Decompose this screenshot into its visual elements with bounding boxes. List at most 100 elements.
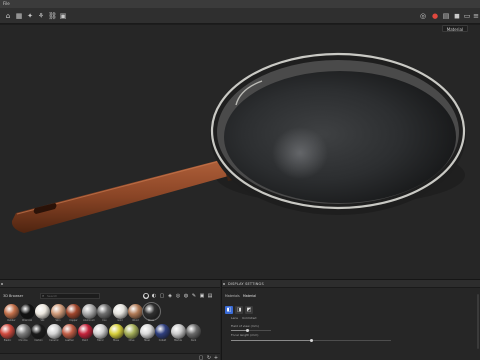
- sphere-filter-icon[interactable]: ●: [143, 293, 149, 299]
- panel-grip-icon[interactable]: [1, 283, 3, 285]
- library-panel: 3D Browser ⌕ Search ● ◐ ▢ ◈ ◎ ◍ ✎ ▣ ▤ Ru…: [0, 280, 220, 360]
- material-swatch[interactable]: [112, 304, 128, 319]
- material-label: Plastic: [3, 339, 12, 342]
- material-swatch[interactable]: [62, 324, 77, 339]
- display-settings-panel: DISPLAY SETTINGS Materials Material ◧ ◨ …: [221, 280, 480, 360]
- layers-icon[interactable]: ≡: [472, 12, 480, 20]
- library-panel-header: [0, 280, 220, 288]
- tab-materials[interactable]: Materials: [225, 293, 240, 299]
- material-swatch[interactable]: [15, 324, 31, 339]
- material-label: Silk: [40, 319, 45, 322]
- material-label: Cobalt: [158, 339, 167, 342]
- material-label: Leather: [65, 339, 74, 342]
- material-swatch[interactable]: [170, 324, 186, 339]
- bottom-dock: 3D Browser ⌕ Search ● ◐ ▢ ◈ ◎ ◍ ✎ ▣ ▤ Ru…: [0, 279, 480, 360]
- render-icon[interactable]: ◼: [453, 12, 461, 20]
- material-swatch[interactable]: [108, 324, 124, 339]
- material-swatch[interactable]: [4, 304, 19, 319]
- material-label: Moss: [113, 339, 119, 342]
- material-label: Iron: [102, 319, 107, 322]
- material-label: Gold: [117, 319, 123, 322]
- env-mode-icon[interactable]: ◩: [245, 306, 253, 314]
- more-filter-icon[interactable]: ▤: [207, 293, 213, 299]
- display-panel-header: DISPLAY SETTINGS: [222, 280, 480, 288]
- menu-file[interactable]: File: [3, 0, 10, 8]
- material-label: Fabric: [97, 339, 104, 342]
- library-search-input[interactable]: ⌕ Search: [40, 293, 100, 299]
- image-filter-icon[interactable]: ▣: [199, 293, 205, 299]
- fov-slider-fill: [231, 330, 247, 331]
- cube-filter-icon[interactable]: ◈: [167, 293, 173, 299]
- material-swatch[interactable]: [77, 324, 93, 339]
- mode-value[interactable]: Unlimited: [242, 316, 256, 320]
- tree-icon[interactable]: ⚘: [37, 12, 45, 20]
- monitor-icon[interactable]: ▭: [463, 12, 471, 20]
- display-scrollbar[interactable]: [477, 294, 479, 349]
- main-toolbar: ⌂ ▦ ✦ ⚘ ⛓ ▣ ◎ ● ▤ ◼ ▭ ≡: [0, 8, 480, 24]
- material-swatch[interactable]: [81, 304, 97, 319]
- material-swatch[interactable]: [50, 304, 66, 319]
- image-icon[interactable]: ▣: [59, 12, 67, 20]
- 3d-viewport[interactable]: Material: [0, 25, 480, 279]
- record-icon[interactable]: ●: [431, 12, 439, 20]
- material-label: Rubber: [7, 319, 16, 322]
- material-label: Wood: [132, 319, 139, 322]
- folder-icon[interactable]: ▢: [198, 355, 204, 360]
- material-swatch[interactable]: [19, 304, 35, 319]
- material-swatch[interactable]: [186, 324, 201, 339]
- display-settings-title: DISPLAY SETTINGS: [228, 282, 264, 286]
- material-swatch[interactable]: [46, 324, 62, 339]
- pen-filter-icon[interactable]: ✎: [191, 293, 197, 299]
- half-sphere-filter-icon[interactable]: ◐: [151, 293, 157, 299]
- material-label: Skin: [55, 319, 61, 322]
- ring-filter-icon[interactable]: ◎: [175, 293, 181, 299]
- material-swatch[interactable]: [0, 324, 15, 339]
- material-label: Chrome: [18, 339, 28, 342]
- panel-grip-icon[interactable]: [223, 283, 225, 285]
- material-label: Glass: [147, 319, 155, 322]
- material-swatch[interactable]: [128, 304, 143, 319]
- material-label: Aluminum: [83, 319, 95, 322]
- material-label: Dark: [190, 339, 197, 342]
- wand-icon[interactable]: ✦: [26, 12, 34, 20]
- link-icon[interactable]: ⛓: [48, 12, 57, 20]
- view-mode-icon[interactable]: ◧: [225, 306, 233, 314]
- home-icon[interactable]: ⌂: [4, 12, 12, 20]
- focal-slider-knob[interactable]: [310, 339, 313, 342]
- library-footer: ▢ ↻ +: [0, 353, 220, 360]
- film-icon[interactable]: ▤: [442, 12, 450, 20]
- camera-icon[interactable]: ◎: [419, 12, 427, 20]
- material-label: Copper: [69, 319, 78, 322]
- material-label: Olive: [128, 339, 135, 342]
- title-bar: File: [0, 0, 480, 8]
- material-label: Ceramic: [49, 339, 59, 342]
- add-material-icon[interactable]: +: [213, 355, 219, 360]
- frying-pan-model[interactable]: [0, 25, 480, 279]
- drop-filter-icon[interactable]: ◍: [183, 293, 189, 299]
- square-filter-icon[interactable]: ▢: [159, 293, 165, 299]
- fov-slider-knob[interactable]: [246, 329, 249, 332]
- search-placeholder: Search: [47, 294, 58, 298]
- material-label: Marble: [174, 339, 182, 342]
- material-swatch[interactable]: [31, 324, 46, 339]
- material-label: Paint: [82, 339, 88, 342]
- material-label: Carbon: [34, 339, 43, 342]
- material-swatch[interactable]: [139, 324, 155, 339]
- grid-icon[interactable]: ▦: [15, 12, 23, 20]
- material-swatch[interactable]: [66, 304, 81, 319]
- material-swatch[interactable]: [124, 324, 139, 339]
- material-swatch[interactable]: [141, 302, 161, 321]
- material-swatch[interactable]: [93, 324, 108, 339]
- option-label: Focal length (mm): [231, 333, 259, 337]
- material-label: Charcoal: [21, 319, 33, 322]
- material-swatch[interactable]: [155, 324, 170, 339]
- material-swatch[interactable]: [35, 304, 50, 319]
- material-label: Steel: [144, 339, 150, 342]
- search-icon: ⌕: [42, 293, 45, 298]
- material-swatch[interactable]: [97, 304, 112, 319]
- library-title: 3D Browser: [3, 294, 24, 298]
- light-mode-icon[interactable]: ◨: [235, 306, 243, 314]
- mode-label: Lens: [231, 316, 238, 320]
- tab-material[interactable]: Material: [243, 293, 256, 299]
- refresh-icon[interactable]: ↻: [206, 355, 212, 360]
